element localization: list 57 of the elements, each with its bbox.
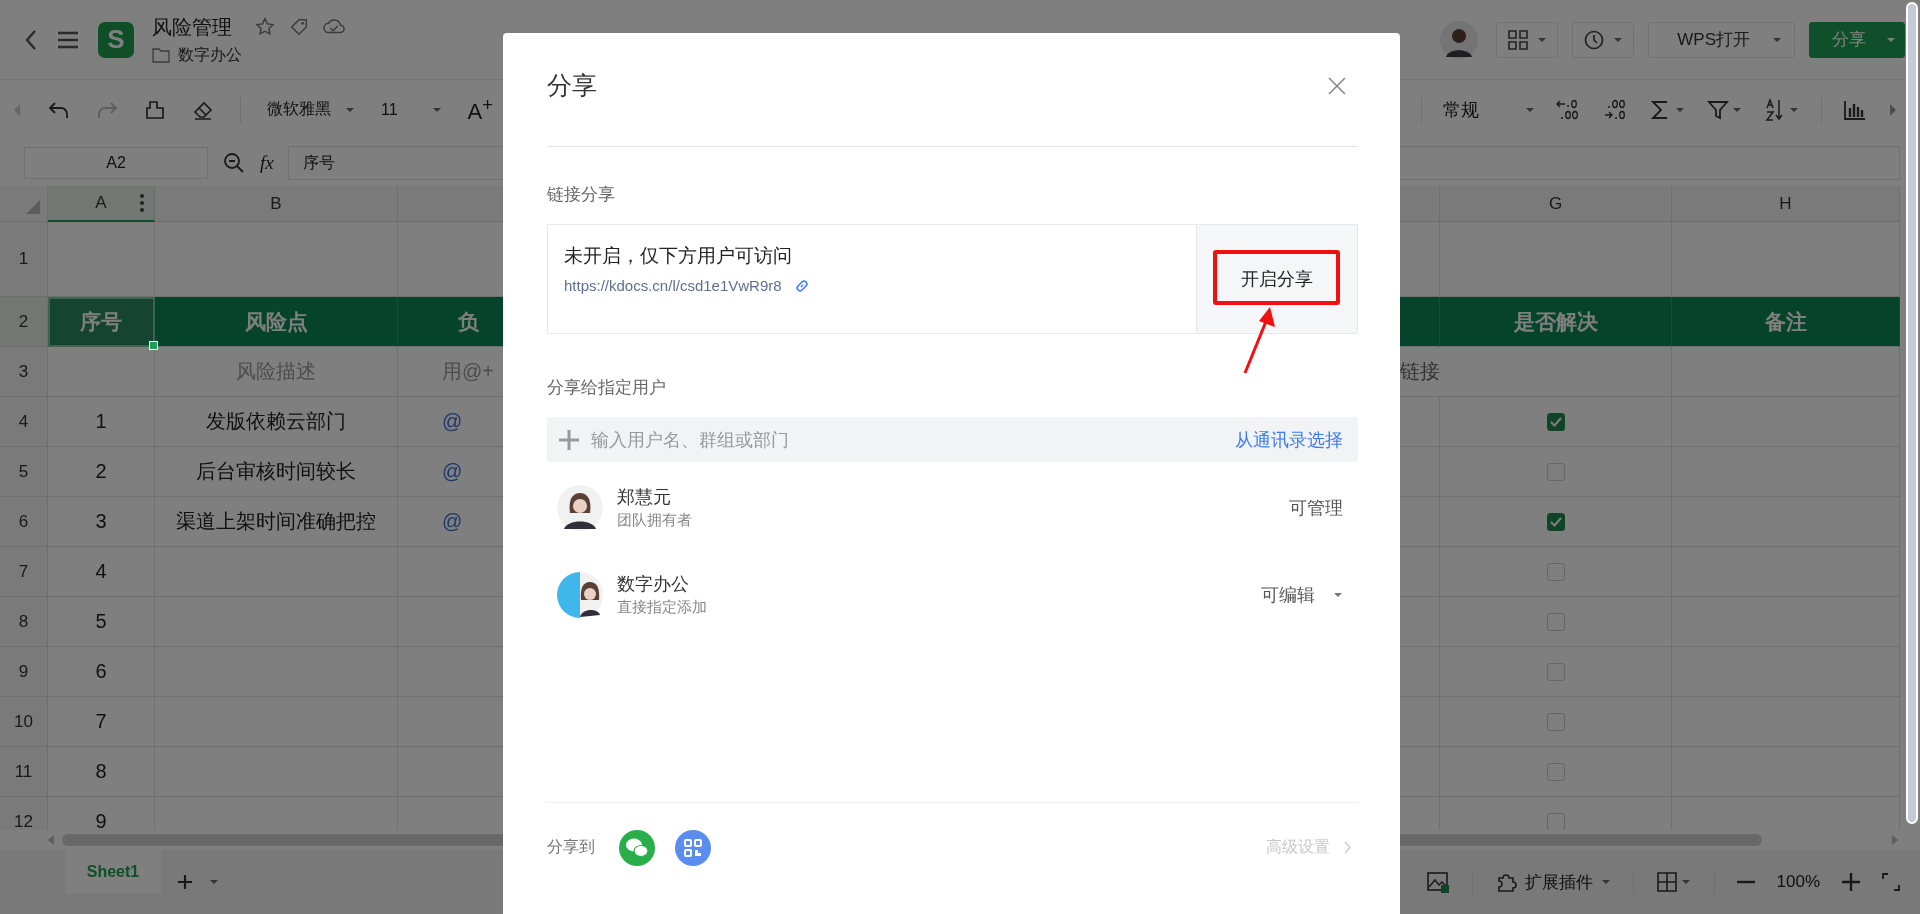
font-family-dropdown[interactable]: 微软雅黑 — [267, 99, 355, 121]
permission-dropdown[interactable]: 可编辑 — [1261, 582, 1343, 607]
font-size-dropdown[interactable]: 11 — [381, 101, 442, 119]
open-in-wps-button[interactable]: WPS打开 — [1648, 21, 1795, 58]
table-cell: 7 — [48, 697, 155, 747]
document-title: 风险管理 — [152, 14, 232, 40]
row-number[interactable]: 6 — [0, 497, 48, 547]
name-box[interactable]: A2 — [24, 147, 208, 179]
row-number[interactable]: 12 — [0, 797, 48, 830]
permission-label: 可管理 — [1289, 496, 1343, 520]
section-title: 链接分享 — [547, 184, 616, 206]
table-cell: 4 — [48, 547, 155, 597]
table-cell: 5 — [48, 597, 155, 647]
sheet-tab[interactable]: Sheet1 — [65, 850, 161, 894]
table-cell: 是否解决 — [1440, 297, 1672, 347]
column-header[interactable]: A — [48, 186, 155, 222]
increase-font-button[interactable]: A$^{+}$ — [467, 94, 493, 126]
column-header[interactable]: H — [1672, 186, 1900, 222]
row-number[interactable]: 4 — [0, 397, 48, 447]
share-link[interactable]: https://kdocs.cn/l/csd1e1VwR9r8 — [564, 277, 782, 294]
row-number[interactable]: 9 — [0, 647, 48, 697]
dialog-title: 分享 — [547, 70, 597, 101]
table-cell: 2 — [48, 447, 155, 497]
table-cell: 渠道上架时间准确把控 — [155, 497, 398, 547]
zoom-level: 100% — [1776, 872, 1820, 892]
row-number[interactable]: 11 — [0, 747, 48, 797]
member-role: 团队拥有者 — [617, 511, 693, 530]
function-button[interactable]: fx — [260, 152, 274, 174]
row-number[interactable]: 5 — [0, 447, 48, 497]
row-number[interactable]: 8 — [0, 597, 48, 647]
app-logo: S — [98, 21, 134, 58]
table-cell: 序号 — [48, 297, 155, 347]
column-header[interactable]: B — [155, 186, 398, 222]
folder-name[interactable]: 数字办公 — [178, 44, 242, 66]
member-name: 数字办公 — [617, 573, 690, 596]
number-format-dropdown[interactable]: 常规 — [1443, 98, 1535, 122]
table-cell: 8 — [48, 747, 155, 797]
invite-field[interactable]: 输入用户名、群组或部门 从通讯录选择 — [547, 417, 1358, 462]
member-role: 直接指定添加 — [617, 598, 708, 617]
table-cell: 6 — [48, 647, 155, 697]
share-to-label: 分享到 — [547, 837, 595, 857]
plugins-button[interactable]: 扩展插件 — [1494, 870, 1611, 894]
row-number[interactable]: 2 — [0, 297, 48, 347]
row-number[interactable]: 3 — [0, 347, 48, 397]
table-cell: 备注 — [1672, 297, 1900, 347]
table-cell: 1 — [48, 397, 155, 447]
table-cell: 3 — [48, 497, 155, 547]
column-header[interactable]: G — [1440, 186, 1672, 222]
row-number[interactable]: 1 — [0, 222, 48, 297]
section-title: 分享给指定用户 — [547, 377, 667, 399]
table-cell: 发版依赖云部门 — [155, 397, 398, 447]
table-cell: 风险点 — [155, 297, 398, 347]
row-number[interactable]: 7 — [0, 547, 48, 597]
table-cell: 后台审核时间较长 — [155, 447, 398, 497]
share-button[interactable]: 分享 — [1809, 21, 1905, 58]
link-status: 未开启，仅下方用户可访问 — [564, 244, 793, 268]
row-number[interactable]: 10 — [0, 697, 48, 747]
